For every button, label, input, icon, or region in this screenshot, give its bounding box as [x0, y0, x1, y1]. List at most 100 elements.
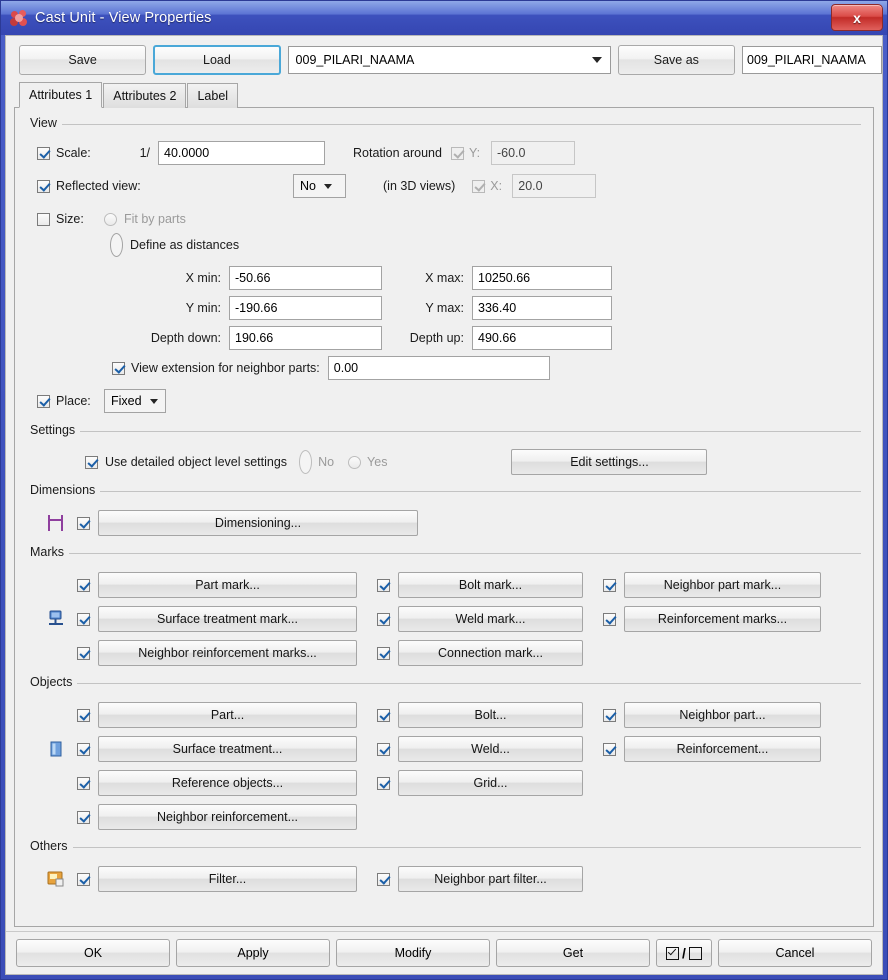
- scale-prefix: 1/: [139, 146, 150, 160]
- surface-treatment-mark-button[interactable]: Surface treatment mark...: [98, 606, 357, 632]
- bolt-checkbox[interactable]: [377, 708, 390, 722]
- neighbor-part-filter-button[interactable]: Neighbor part filter...: [398, 866, 583, 892]
- define-as-distances-radio[interactable]: [110, 233, 123, 257]
- detailed-settings-label: Use detailed object level settings: [105, 455, 288, 469]
- preset-dropdown[interactable]: 009_PILARI_NAAMA: [287, 46, 611, 74]
- reference-objects-checkbox[interactable]: [77, 776, 90, 790]
- chevron-down-icon: [588, 57, 606, 63]
- reinforcement-marks-checkbox[interactable]: [603, 612, 616, 626]
- others-group: Others Filter... Neighbor part filter...: [27, 839, 861, 893]
- rotation-y-input[interactable]: [490, 141, 575, 165]
- client-area: Save Load 009_PILARI_NAAMA Save as Attri…: [5, 35, 883, 975]
- neighbor-part-filter-checkbox[interactable]: [377, 872, 390, 886]
- surface-treatment-mark-checkbox[interactable]: [77, 612, 90, 626]
- neighbor-part-mark-button[interactable]: Neighbor part mark...: [624, 572, 821, 598]
- surface-treatment-button[interactable]: Surface treatment...: [98, 736, 357, 762]
- save-button[interactable]: Save: [19, 45, 147, 75]
- select-toggle-button[interactable]: /: [656, 939, 712, 967]
- dialog-button-bar: OK Apply Modify Get / Cancel: [6, 931, 882, 974]
- reinforcement-checkbox[interactable]: [603, 742, 616, 756]
- part-button[interactable]: Part...: [98, 702, 357, 728]
- view-extension-checkbox[interactable]: [112, 361, 125, 375]
- bolt-mark-checkbox[interactable]: [377, 578, 390, 592]
- weld-button[interactable]: Weld...: [398, 736, 583, 762]
- detailed-settings-checkbox[interactable]: [85, 455, 98, 469]
- others-group-title: Others: [27, 839, 73, 853]
- neighbor-part-mark-checkbox[interactable]: [603, 578, 616, 592]
- checkbox-empty-icon: [688, 946, 702, 960]
- detailed-yes-radio[interactable]: [348, 455, 362, 469]
- x-max-input[interactable]: [472, 266, 612, 290]
- dimensioning-button[interactable]: Dimensioning...: [98, 510, 418, 536]
- neighbor-part-button[interactable]: Neighbor part...: [624, 702, 821, 728]
- scale-checkbox[interactable]: [37, 146, 50, 160]
- detailed-no-label: No: [318, 455, 335, 469]
- depth-up-input[interactable]: [472, 326, 612, 350]
- scale-input[interactable]: [158, 141, 325, 165]
- load-button[interactable]: Load: [153, 45, 281, 75]
- connection-mark-button[interactable]: Connection mark...: [398, 640, 583, 666]
- part-mark-checkbox[interactable]: [77, 578, 90, 592]
- close-button[interactable]: x: [831, 4, 883, 31]
- neighbor-reinforcement-marks-checkbox[interactable]: [77, 646, 90, 660]
- grid-button[interactable]: Grid...: [398, 770, 583, 796]
- view-extension-label: View extension for neighbor parts:: [131, 361, 320, 375]
- dimensions-group-title: Dimensions: [27, 483, 101, 497]
- neighbor-reinforcement-checkbox[interactable]: [77, 810, 90, 824]
- save-as-button[interactable]: Save as: [617, 45, 735, 75]
- y-min-input[interactable]: [229, 296, 382, 320]
- tab-attributes-1[interactable]: Attributes 1: [19, 82, 103, 108]
- reinforcement-button[interactable]: Reinforcement...: [624, 736, 821, 762]
- place-checkbox[interactable]: [37, 394, 50, 408]
- detailed-no-radio[interactable]: [299, 450, 313, 474]
- edit-settings-button[interactable]: Edit settings...: [511, 449, 708, 475]
- tab-attributes-2[interactable]: Attributes 2: [103, 83, 187, 108]
- rotation-x-checkbox: [472, 179, 486, 193]
- place-dropdown[interactable]: Fixed: [104, 389, 166, 413]
- reflected-view-checkbox[interactable]: [37, 179, 50, 193]
- objects-group: Objects Part... Bolt... Neighbor part...: [27, 675, 861, 831]
- surface-treatment-checkbox[interactable]: [77, 742, 90, 756]
- apply-button[interactable]: Apply: [176, 939, 330, 967]
- fit-by-parts-radio[interactable]: [104, 212, 117, 226]
- reference-objects-button[interactable]: Reference objects...: [98, 770, 357, 796]
- rotation-x-input[interactable]: [512, 174, 597, 198]
- part-mark-button[interactable]: Part mark...: [98, 572, 357, 598]
- neighbor-reinforcement-marks-button[interactable]: Neighbor reinforcement marks...: [98, 640, 357, 666]
- x-min-input[interactable]: [229, 266, 382, 290]
- weld-mark-checkbox[interactable]: [377, 612, 390, 626]
- bolt-button[interactable]: Bolt...: [398, 702, 583, 728]
- part-checkbox[interactable]: [77, 708, 90, 722]
- reinforcement-marks-button[interactable]: Reinforcement marks...: [624, 606, 821, 632]
- dialog-window: Cast Unit - View Properties x Save Load …: [0, 0, 888, 980]
- rotation-y-label: Y:: [468, 146, 481, 160]
- modify-button[interactable]: Modify: [336, 939, 490, 967]
- view-extension-input[interactable]: [327, 356, 550, 380]
- y-max-input[interactable]: [472, 296, 612, 320]
- depth-down-label: Depth down:: [150, 331, 221, 345]
- get-button[interactable]: Get: [496, 939, 650, 967]
- filter-page-icon: [45, 868, 67, 890]
- connection-mark-checkbox[interactable]: [377, 646, 390, 660]
- depth-down-input[interactable]: [229, 326, 382, 350]
- bolt-mark-button[interactable]: Bolt mark...: [398, 572, 583, 598]
- grid-checkbox[interactable]: [377, 776, 390, 790]
- settings-group-title: Settings: [27, 423, 81, 437]
- cancel-button[interactable]: Cancel: [718, 939, 872, 967]
- size-checkbox[interactable]: [37, 212, 50, 226]
- neighbor-part-checkbox[interactable]: [603, 708, 616, 722]
- ok-button[interactable]: OK: [16, 939, 170, 967]
- place-label: Place:: [56, 394, 91, 408]
- dimensions-group: Dimensions Dimensioning...: [27, 483, 861, 537]
- save-as-input[interactable]: [742, 46, 882, 74]
- dimensioning-checkbox[interactable]: [77, 516, 90, 530]
- filter-button[interactable]: Filter...: [98, 866, 357, 892]
- neighbor-reinforcement-button[interactable]: Neighbor reinforcement...: [98, 804, 357, 830]
- filter-checkbox[interactable]: [77, 872, 90, 886]
- tab-label[interactable]: Label: [187, 83, 239, 108]
- define-as-distances-label: Define as distances: [130, 238, 240, 252]
- title-bar: Cast Unit - View Properties x: [1, 1, 887, 35]
- reflected-view-dropdown[interactable]: No: [293, 174, 346, 198]
- weld-checkbox[interactable]: [377, 742, 390, 756]
- weld-mark-button[interactable]: Weld mark...: [398, 606, 583, 632]
